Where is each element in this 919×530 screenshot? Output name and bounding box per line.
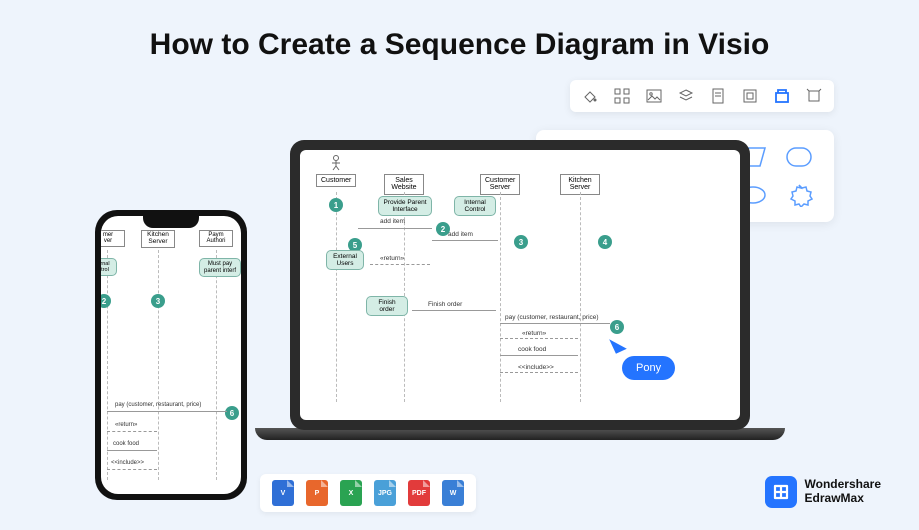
phone-mockup: merver Kitchen Server PaymAuthori rnaltr… xyxy=(95,210,247,500)
file-pdf: PDF xyxy=(408,480,430,506)
container-icon[interactable] xyxy=(774,88,790,104)
p-lane-payauth: PaymAuthori xyxy=(199,230,233,247)
msg-include: <<include>> xyxy=(518,364,554,371)
phone-canvas: merver Kitchen Server PaymAuthori rnaltr… xyxy=(101,216,241,494)
lane-customer: Customer xyxy=(316,174,356,187)
laptop-canvas: Customer Sales Website Customer Server K… xyxy=(300,150,740,420)
p-msg-pay: pay (customer, restaurant, price) xyxy=(115,402,201,408)
msg-additem-1: add item xyxy=(380,218,405,225)
brand-line2: EdrawMax xyxy=(805,492,881,506)
brand: Wondershare EdrawMax xyxy=(765,476,881,508)
file-visio: V xyxy=(272,480,294,506)
cursor-icon xyxy=(609,334,627,354)
toolbar xyxy=(570,80,834,112)
snap-icon[interactable] xyxy=(742,88,758,104)
actor-icon xyxy=(330,155,342,174)
node-finish: Finish order xyxy=(366,296,408,316)
p-badge-6: 6 xyxy=(225,406,239,420)
grid-icon[interactable] xyxy=(614,88,630,104)
msg-finish: Finish order xyxy=(428,301,462,308)
file-excel: X xyxy=(340,480,362,506)
p-lane-cserver: merver xyxy=(101,230,125,247)
page-title: How to Create a Sequence Diagram in Visi… xyxy=(0,28,919,62)
p-node-mustpay: Must pay parent interf xyxy=(199,258,241,277)
brand-line1: Wondershare xyxy=(805,478,881,492)
msg-pay: pay (customer, restaurant, price) xyxy=(505,314,599,321)
fill-icon[interactable] xyxy=(582,88,598,104)
node-internal-ctrl: Internal Control xyxy=(454,196,496,216)
brand-logo-icon xyxy=(765,476,797,508)
file-formats: V P X JPG PDF W xyxy=(260,474,476,512)
node-parent-iface: Provide Parent Interface xyxy=(378,196,432,216)
cursor-label: Pony xyxy=(622,356,675,380)
laptop-mockup: Customer Sales Website Customer Server K… xyxy=(255,140,785,460)
shape-seal[interactable] xyxy=(784,182,814,208)
file-word: W xyxy=(442,480,464,506)
badge-6: 6 xyxy=(610,320,624,334)
msg-cook: cook food xyxy=(518,346,546,353)
p-msg-include: <<include>> xyxy=(111,460,144,466)
p-node-1: rnaltrol xyxy=(101,258,117,276)
msg-additem-2: add item xyxy=(448,231,473,238)
file-jpg: JPG xyxy=(374,480,396,506)
p-msg-cook: cook food xyxy=(113,441,139,447)
shape-roundrect2[interactable] xyxy=(784,144,814,170)
msg-return-2: «return» xyxy=(522,330,546,337)
msg-return-1: «return» xyxy=(380,255,404,262)
page-icon[interactable] xyxy=(710,88,726,104)
layers-icon[interactable] xyxy=(678,88,694,104)
p-lane-kitchen: Kitchen Server xyxy=(141,230,175,248)
node-ext-users: External Users xyxy=(326,250,364,270)
p-badge-2: 2 xyxy=(101,294,111,308)
p-msg-return: «return» xyxy=(115,422,137,428)
badge-4: 4 xyxy=(598,235,612,249)
badge-3: 3 xyxy=(514,235,528,249)
image-icon[interactable] xyxy=(646,88,662,104)
badge-1: 1 xyxy=(329,198,343,212)
file-ppt: P xyxy=(306,480,328,506)
p-badge-3: 3 xyxy=(151,294,165,308)
frame-icon[interactable] xyxy=(806,88,822,104)
